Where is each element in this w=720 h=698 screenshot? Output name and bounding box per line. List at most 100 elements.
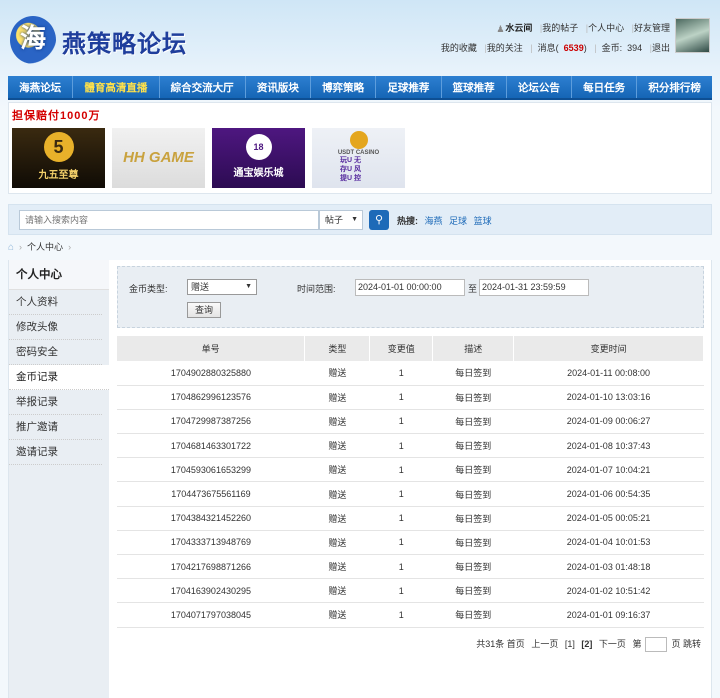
ad-rows: 玩U 无 存U 风 提U 控 [312, 156, 405, 183]
chevron-right-icon: › [19, 242, 23, 252]
ad-text: HH GAME [123, 149, 194, 166]
sidebar-item-coin-records[interactable]: 金币记录 [9, 365, 109, 390]
pager-jump-button[interactable]: 跳转 [683, 639, 701, 649]
cell-change: 1 [369, 409, 433, 435]
cell-id: 1704384321452260 [117, 506, 305, 531]
sidebar-item-reports[interactable]: 举报记录 [9, 390, 102, 415]
logo-mark: 海 [10, 16, 56, 64]
breadcrumb-current[interactable]: 个人中心 [27, 242, 63, 252]
pager-first[interactable]: 首页 [507, 639, 525, 649]
nav-item-basketball[interactable]: 篮球推荐 [442, 76, 507, 98]
nav-item-news[interactable]: 资讯版块 [246, 76, 311, 98]
cell-change: 1 [369, 554, 433, 580]
cell-id: 1704862996123576 [117, 385, 305, 410]
time-range-label: 时间范围: [297, 284, 336, 294]
nav-item-announcement[interactable]: 论坛公告 [507, 76, 572, 98]
table-row: 1704593061653299 赠送 1 每日签到 2024-01-07 10:04:… [117, 457, 704, 483]
nav-item-lobby[interactable]: 綜合交流大厅 [160, 76, 246, 98]
cell-change: 1 [369, 530, 433, 556]
main-nav: 海燕论坛 體育高清直播 綜合交流大厅 资讯版块 博弈策略 足球推荐 篮球推荐 论… [8, 76, 712, 100]
favorites-link[interactable]: 我的收藏 [441, 43, 477, 53]
my-posts-link[interactable]: 我的帖子 [542, 23, 578, 33]
cell-desc: 每日签到 [432, 578, 514, 604]
hot-word-link[interactable]: 足球 [449, 216, 467, 226]
cell-id: 1704333713948769 [117, 530, 305, 556]
range-separator: 至 [468, 284, 478, 294]
pager-goto-pre: 第 [632, 639, 642, 649]
hot-word-link[interactable]: 海燕 [425, 216, 443, 226]
col-header-desc: 描述 [432, 336, 515, 361]
username-link[interactable]: 水云间 [505, 23, 532, 33]
ad-banner-usdt[interactable]: USDT CASINO 玩U 无 存U 风 提U 控 [312, 128, 405, 188]
user-bar-top: ♟水云间 |我的帖子 |个人中心 |好友管理 [491, 21, 670, 34]
cell-desc: 每日签到 [432, 433, 514, 459]
ad-banner-tongbao[interactable]: 18 通宝娱乐城 [212, 128, 305, 188]
site-header: 海 燕策略论坛 ♟水云间 |我的帖子 |个人中心 |好友管理 我的收藏 | 我的关… [0, 0, 720, 76]
hot-word-link[interactable]: 篮球 [474, 216, 492, 226]
pager-page-1[interactable]: [1] [565, 639, 575, 649]
messages-label: 消息 [537, 43, 556, 53]
nav-item-daily-task[interactable]: 每日任务 [572, 76, 638, 98]
col-header-id: 单号 [117, 336, 306, 361]
coin-type-select[interactable]: 赠送 ▼ [187, 279, 257, 295]
cell-time: 2024-01-10 13:03:16 [513, 385, 704, 410]
ad-panel: 担保赔付1000万 5 九五至尊 HH GAME 18 通宝娱乐城 USDT C… [8, 102, 712, 194]
pagination: 共31条 首页 上一页 [1] [2] 下一页 第 页 跳转 [472, 637, 701, 653]
cell-change: 1 [369, 578, 433, 604]
ad-banner-95[interactable]: 5 九五至尊 [12, 128, 105, 188]
search-icon: ⚲ [374, 214, 384, 226]
query-button[interactable]: 查询 [187, 302, 221, 318]
cell-desc: 每日签到 [432, 602, 514, 628]
pager-prev[interactable]: 上一页 [531, 639, 558, 649]
ad-text: 通宝娱乐城 [233, 168, 284, 179]
sidebar-item-invites[interactable]: 邀请记录 [9, 440, 102, 465]
search-type-value: 帖子 [325, 215, 344, 225]
friends-link[interactable]: 好友管理 [634, 23, 670, 33]
avatar[interactable] [675, 18, 710, 53]
cell-id: 1704729987387256 [117, 409, 305, 435]
search-button[interactable]: ⚲ [369, 210, 389, 230]
hot-search: 热搜: 海燕 足球 篮球 [397, 214, 496, 227]
following-link[interactable]: 我的关注 [487, 43, 523, 53]
cell-type: 赠送 [304, 506, 370, 531]
table-row: 1704333713948769 赠送 1 每日签到 2024-01-04 10:01:… [117, 530, 704, 556]
cell-time: 2024-01-03 01:48:18 [513, 554, 704, 580]
site-logo[interactable]: 海 燕策略论坛 [10, 16, 190, 66]
user-bar-bottom: 我的收藏 |我的关注 | 消息(6539) | 金币: 394 |退出 [440, 43, 670, 53]
cell-change: 1 [369, 457, 433, 483]
home-icon[interactable]: ⌂ [8, 242, 14, 253]
personal-center-link[interactable]: 个人中心 [588, 23, 624, 33]
start-date-input[interactable]: 2024-01-01 00:00:00 [355, 279, 465, 296]
sidebar-item-promotion[interactable]: 推广邀请 [9, 415, 102, 440]
ad-logo: 5 [43, 132, 74, 162]
message-count: 6539 [563, 43, 584, 53]
cell-change: 1 [369, 602, 433, 628]
user-icon: ♟ [496, 24, 505, 34]
nav-item-live[interactable]: 體育高清直播 [73, 76, 160, 98]
page-number-input[interactable] [645, 637, 668, 653]
end-date-input[interactable]: 2024-01-31 23:59:59 [479, 279, 589, 296]
cell-time: 2024-01-05 00:05:21 [513, 506, 704, 531]
logout-link[interactable]: 退出 [652, 43, 670, 53]
cell-type: 赠送 [304, 481, 370, 507]
search-input[interactable] [19, 210, 319, 230]
cell-time: 2024-01-04 10:01:53 [513, 530, 704, 556]
messages-link[interactable]: 消息(6539) [533, 43, 587, 53]
nav-item-football[interactable]: 足球推荐 [376, 76, 442, 98]
col-header-time: 变更时间 [513, 336, 704, 361]
ad-banner-hhgame[interactable]: HH GAME [112, 128, 205, 188]
nav-item-ranking[interactable]: 积分排行榜 [637, 76, 712, 98]
cell-desc: 每日签到 [432, 530, 514, 556]
cell-type: 赠送 [304, 554, 370, 580]
table-row: 1704384321452260 赠送 1 每日签到 2024-01-05 00:05:… [117, 506, 704, 531]
sidebar-item-password[interactable]: 密码安全 [9, 340, 102, 365]
cell-desc: 每日签到 [432, 554, 514, 580]
sidebar-item-avatar[interactable]: 修改头像 [9, 315, 102, 340]
search-type-select[interactable]: 帖子 ▼ [319, 210, 363, 230]
pager-next[interactable]: 下一页 [599, 639, 626, 649]
cell-id: 1704163902430295 [117, 578, 305, 604]
nav-item-haiyan[interactable]: 海燕论坛 [8, 76, 74, 98]
nav-item-strategy[interactable]: 博弈策略 [311, 76, 377, 98]
col-header-change: 变更值 [369, 336, 434, 361]
sidebar-item-profile[interactable]: 个人资料 [9, 290, 102, 315]
